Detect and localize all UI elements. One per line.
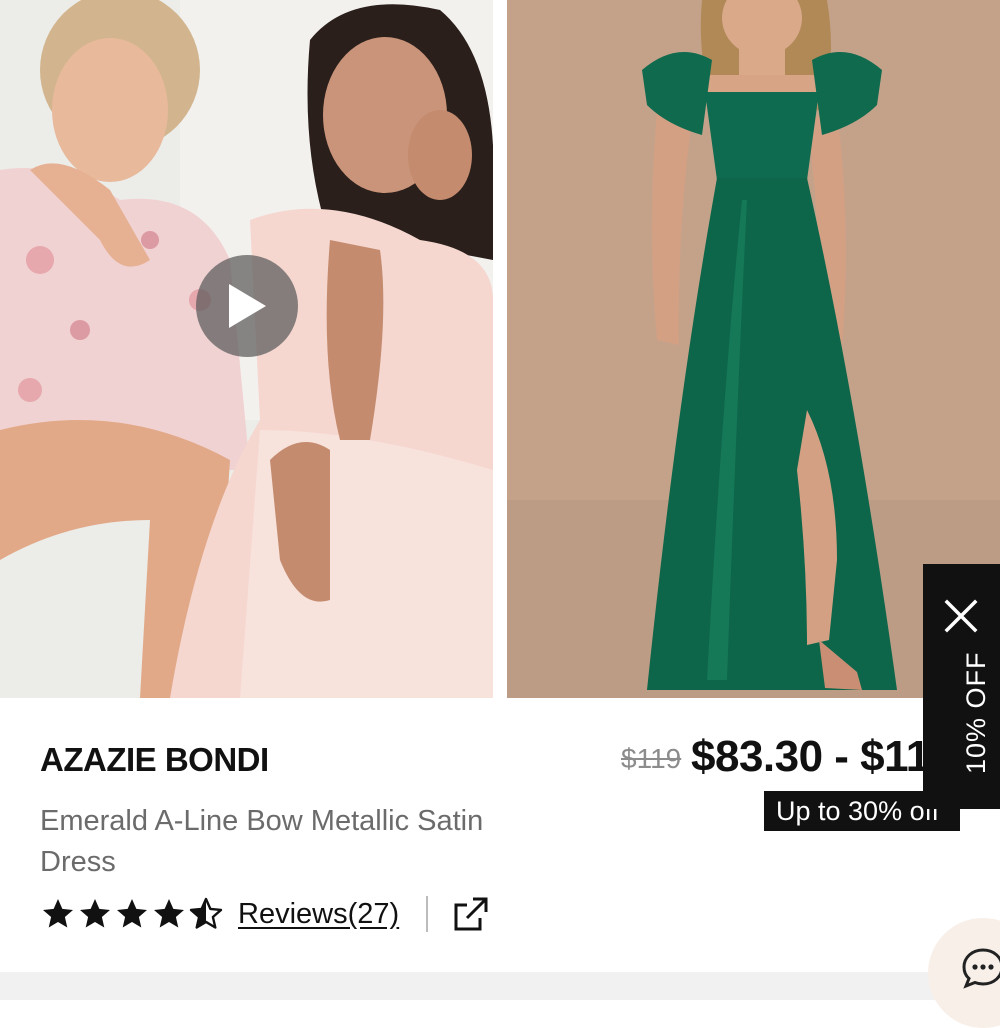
play-icon [229, 284, 266, 328]
rating-row: Reviews(27) [40, 893, 489, 935]
original-price: $119 [621, 743, 682, 774]
share-external-icon[interactable] [453, 896, 489, 932]
chat-icon [962, 948, 1000, 989]
bottom-bar [0, 972, 1000, 1000]
promo-label: 10% OFF [961, 651, 991, 774]
close-icon [944, 599, 978, 633]
star-half-icon [189, 897, 223, 929]
brand-name: AZAZIE BONDI [40, 741, 269, 778]
promo-close-button[interactable] [941, 596, 981, 636]
star-rating [40, 896, 224, 932]
reviews-link[interactable]: Reviews(27) [238, 898, 399, 931]
promo-tab[interactable]: 10% OFF [923, 564, 1000, 809]
play-button[interactable] [196, 255, 298, 357]
star-full-icon [117, 899, 147, 928]
chat-button[interactable] [928, 918, 1000, 1028]
divider [426, 896, 429, 932]
product-title: Emerald A-Line Bow Metallic Satin Dress [40, 805, 484, 878]
star-full-icon [154, 899, 184, 928]
star-full-icon [80, 899, 110, 928]
video-thumbnail[interactable] [0, 0, 493, 698]
star-full-icon [43, 899, 73, 928]
sale-price: $83.30 - $119 [691, 732, 954, 781]
product-gallery [0, 0, 1000, 698]
